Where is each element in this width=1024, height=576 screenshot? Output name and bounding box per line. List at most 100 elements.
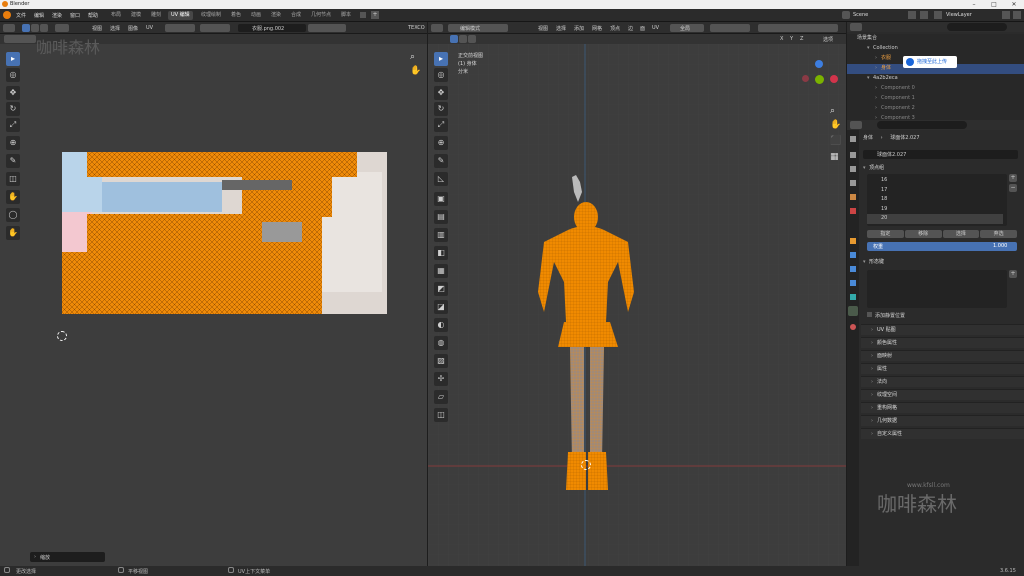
uv-menu-view[interactable]: 视图 [92,25,102,32]
particles-tab-icon[interactable] [850,266,856,272]
vp-tool-knife[interactable]: ◩ [434,282,448,296]
checkbox-icon[interactable] [867,312,872,317]
tab-animation[interactable]: 动画 [248,11,264,20]
edge-select-mode-icon[interactable] [459,35,467,43]
vertex-group-item[interactable]: 18 [881,195,1003,205]
vp-tool-scale[interactable]: ⤢ [434,118,448,132]
tab-rendering[interactable]: 渲染 [268,11,284,20]
tab-shading[interactable]: 着色 [228,11,244,20]
snap-dropdown[interactable] [200,24,230,32]
breadcrumb-object[interactable]: 身体 [863,135,873,141]
vp-menu-edge[interactable]: 边 [628,25,633,32]
add-workspace-icon[interactable]: + [371,11,379,19]
gizmo-x-axis-icon[interactable] [830,75,838,83]
vertex-group-item[interactable]: 16 [881,176,1003,186]
breadcrumb-mesh[interactable]: 球面体2.027 [890,135,919,141]
vp-tool-select-box[interactable]: ▸ [434,52,448,66]
tool-rip[interactable]: ◫ [6,172,20,186]
tab-geometry-nodes[interactable]: 几何节点 [308,11,334,20]
add-vertex-group-button[interactable]: + [1009,174,1017,182]
upload-tooltip[interactable]: 拖拽至此上传 [903,56,957,68]
vp-tool-annotate[interactable]: ✎ [434,154,448,168]
vp-tool-poly-build[interactable]: ◪ [434,300,448,314]
add-rest-position-checkbox[interactable]: 添加静置位置 [867,312,905,319]
vp-tool-measure[interactable]: ◺ [434,172,448,186]
tool-relax[interactable]: ◯ [6,208,20,222]
tool-cursor[interactable]: ◎ [6,68,20,82]
mesh-datablock-selector[interactable]: 球面体2.027 [863,150,1018,159]
close-button[interactable]: ✕ [1004,0,1024,9]
section-custom-properties[interactable]: › 自定义属性 [861,428,1024,439]
axis-y-toggle[interactable]: Y [790,36,793,42]
tool-rotate[interactable]: ↻ [6,102,20,116]
outliner-row[interactable]: › Component 2 [875,104,1015,114]
vertex-group-item[interactable]: 19 [881,205,1003,215]
vertex-group-item[interactable]: 17 [881,186,1003,196]
tab-texture-paint[interactable]: 纹理绘制 [198,11,224,20]
section-color-attributes[interactable]: › 颜色属性 [861,337,1024,348]
properties-search-input[interactable] [877,121,967,129]
vp-tool-rotate[interactable]: ↻ [434,102,448,116]
tool-scale[interactable]: ⤢ [6,118,20,132]
ortho-toggle-icon[interactable]: ▦ [830,152,839,162]
remove-vertex-group-button[interactable]: − [1009,184,1017,192]
vp-tool-rip-region[interactable]: ◫ [434,408,448,422]
shape-keys-list[interactable] [867,270,1007,308]
section-texture-space[interactable]: › 纹理空间 [861,389,1024,400]
snap-options[interactable] [710,24,750,32]
vp-menu-uv[interactable]: UV [652,25,659,31]
editor-type-icon[interactable] [3,24,15,32]
vertex-groups-header[interactable]: ▾ 顶点组 [863,164,884,171]
scene-name[interactable]: Scene [853,12,868,18]
gizmo-z-axis-icon[interactable] [815,60,823,68]
uv-menu-select[interactable]: 选择 [110,25,120,32]
tab-uv-editing[interactable]: UV 编辑 [168,11,193,20]
constraints-tab-icon[interactable] [850,294,856,300]
vp-menu-face[interactable]: 面 [640,25,645,32]
vp-tool-transform[interactable]: ⊕ [434,136,448,150]
select-mode-face-icon[interactable] [40,24,48,32]
outliner-row[interactable]: › Component 0 [875,84,1015,94]
section-uv-maps[interactable]: › UV 贴图 [861,324,1024,335]
modifiers-tab-icon[interactable] [850,252,856,258]
mode-dropdown[interactable]: 编辑模式 [448,24,508,32]
section-remesh[interactable]: › 重构网格 [861,402,1024,413]
outliner-row[interactable]: › Component 1 [875,94,1015,104]
character-mesh[interactable] [508,172,668,492]
viewport-shading-buttons[interactable] [758,24,838,32]
options-dropdown[interactable]: 选项 [823,36,833,43]
axis-z-toggle[interactable]: Z [800,36,803,42]
tab-compositing[interactable]: 合成 [288,11,304,20]
object-tab-icon[interactable] [850,238,856,244]
sticky-select-icon[interactable] [55,24,69,32]
vp-tool-spin[interactable]: ◐ [434,318,448,332]
axis-x-toggle[interactable]: X [780,36,783,42]
uv-image-canvas[interactable] [62,152,387,314]
vp-tool-move[interactable]: ✥ [434,86,448,100]
select-mode-edge-icon[interactable] [31,24,39,32]
menu-window[interactable]: 窗口 [70,12,80,19]
properties-type-icon[interactable] [850,121,862,129]
maximize-button[interactable]: □ [984,0,1004,9]
pivot-dropdown[interactable] [165,24,195,32]
outliner-row[interactable]: ▾ Collection [867,44,1017,54]
tab-layout[interactable]: 布局 [108,11,124,20]
transform-orientation-dropdown[interactable]: 全局 [670,24,704,32]
add-shape-key-button[interactable]: + [1009,270,1017,278]
tab-scripting[interactable]: 脚本 [338,11,354,20]
vp-tool-extrude[interactable]: ▤ [434,210,448,224]
uv-editor-panel[interactable]: 视图 选择 图像 UV 衣服.png.002 TEXCO 咖啡森林 ▸ ◎ ✥ … [0,22,427,566]
uv-menu-image[interactable]: 图像 [128,25,138,32]
tool-pinch[interactable]: ✋ [6,226,20,240]
gizmo-y-axis-icon[interactable] [815,75,824,84]
pan-hand-icon[interactable]: ✋ [410,66,421,76]
last-operation-panel[interactable]: › 缩放 [30,552,105,562]
vp-menu-view[interactable]: 视图 [538,25,548,32]
image-actions[interactable] [308,24,346,32]
camera-view-icon[interactable]: ⬛ [830,136,841,146]
tab-modeling[interactable]: 建模 [128,11,144,20]
minimize-button[interactable]: – [964,0,984,9]
outliner-type-icon[interactable] [850,23,862,31]
view-layer-name[interactable]: ViewLayer [946,12,972,18]
tool-annotate[interactable]: ✎ [6,154,20,168]
